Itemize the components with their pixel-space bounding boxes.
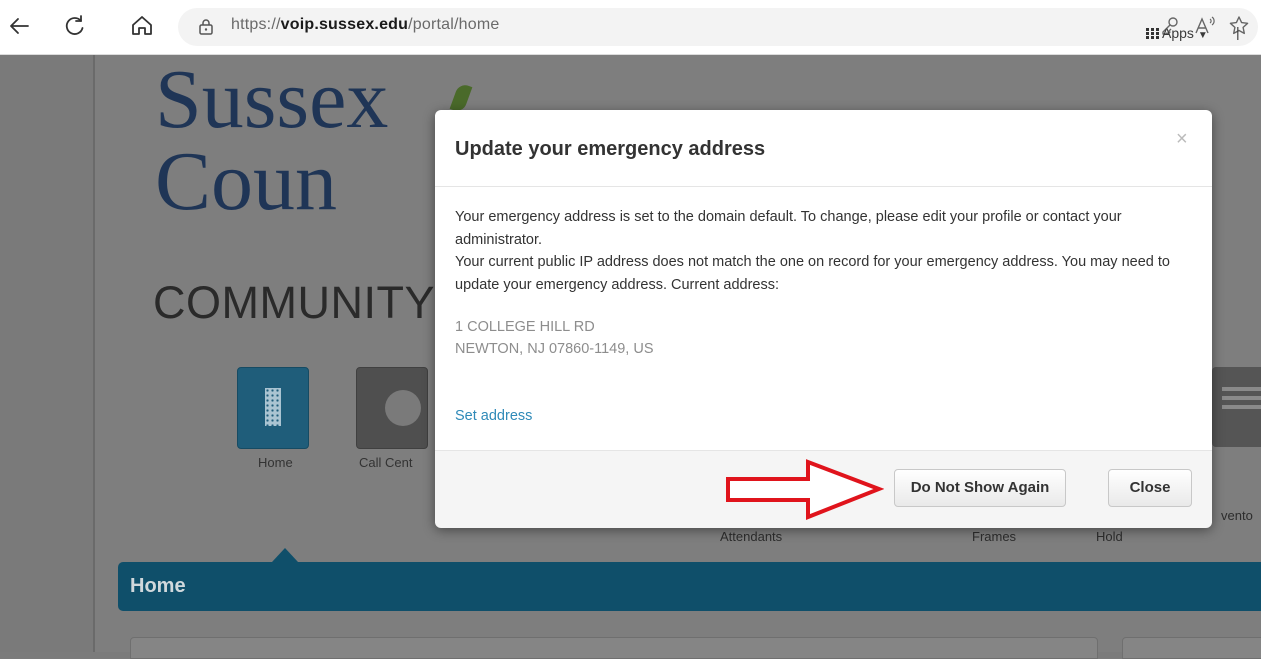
nav-label-call-center[interactable]: Call Cent	[359, 455, 412, 470]
logo-subtitle: COMMUNITY C	[153, 277, 481, 328]
apps-grid-icon	[1146, 28, 1159, 39]
browser-toolbar: https://voip.sussex.edu/portal/home	[0, 0, 1261, 55]
nav-label-hold[interactable]: Hold	[1096, 529, 1123, 544]
refresh-icon[interactable]	[60, 12, 88, 40]
headset-icon	[385, 390, 421, 426]
nav-tile-inventory[interactable]	[1212, 367, 1261, 447]
url-path: /portal/home	[408, 16, 500, 33]
modal-header: Update your emergency address ×	[435, 110, 1212, 187]
caret-down-icon: ▼	[1197, 30, 1208, 41]
address-line-1: 1 COLLEGE HILL RD	[455, 319, 595, 335]
logo-line-1: Sussex	[155, 53, 389, 146]
logo-line-2: Coun	[155, 135, 338, 228]
side-panel	[1122, 637, 1261, 659]
url-scheme: https://	[231, 16, 281, 33]
annotation-arrow-icon	[726, 459, 884, 520]
header-separator: |	[1236, 24, 1240, 40]
nav-label-home[interactable]: Home	[258, 455, 293, 470]
nav-tile-call-center[interactable]	[356, 367, 428, 449]
ip-mismatch-message: Your current public IP address does not …	[455, 254, 1170, 293]
set-address-link[interactable]: Set address	[455, 408, 532, 424]
modal-body: Your emergency address is set to the dom…	[455, 206, 1195, 360]
building-icon	[265, 388, 281, 426]
active-tab-pointer	[272, 548, 298, 562]
modal-title: Update your emergency address	[455, 138, 766, 160]
content-panel	[130, 637, 1098, 659]
nav-label-frames[interactable]: Frames	[972, 529, 1016, 544]
do-not-show-again-button[interactable]: Do Not Show Again	[894, 469, 1066, 507]
section-title: Home	[130, 575, 186, 597]
nav-label-inventory[interactable]: vento	[1221, 508, 1253, 523]
close-icon[interactable]: ×	[1176, 128, 1188, 151]
close-button[interactable]: Close	[1108, 469, 1192, 507]
url-text[interactable]: https://voip.sussex.edu/portal/home	[231, 16, 499, 34]
current-address: 1 COLLEGE HILL RD NEWTON, NJ 07860-1149,…	[455, 316, 1195, 360]
nav-tile-home[interactable]	[237, 367, 309, 449]
default-address-message: Your emergency address is set to the dom…	[455, 209, 1122, 248]
lock-icon[interactable]	[196, 17, 216, 37]
address-line-2: NEWTON, NJ 07860-1149, US	[455, 341, 654, 357]
back-arrow-icon[interactable]	[6, 12, 34, 40]
list-icon	[1222, 387, 1261, 413]
section-header-bar	[118, 562, 1261, 611]
apps-label: Apps	[1162, 25, 1194, 41]
home-icon[interactable]	[128, 12, 156, 40]
apps-menu[interactable]: Apps ▼	[1146, 25, 1208, 41]
url-domain: voip.sussex.edu	[280, 16, 409, 33]
nav-label-attendants[interactable]: Attendants	[720, 529, 782, 544]
